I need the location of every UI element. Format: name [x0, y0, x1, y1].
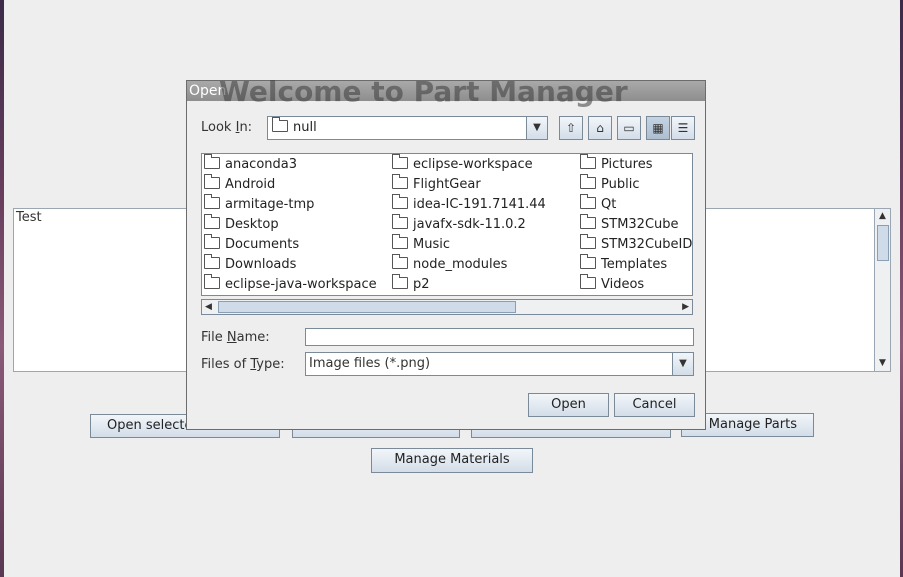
list-view-icon[interactable]: ▦ [646, 116, 670, 140]
folder-icon [392, 154, 408, 169]
folder-icon [272, 117, 288, 132]
details-view-icon[interactable]: ☰ [671, 116, 695, 140]
up-one-level-icon[interactable]: ⇧ [559, 116, 583, 140]
folder-icon [580, 234, 596, 249]
list-item[interactable]: STM32Cube [580, 214, 679, 232]
scroll-down-arrow-icon[interactable]: ▼ [875, 356, 890, 371]
list-item[interactable]: Templates [580, 254, 667, 272]
chevron-down-icon[interactable]: ▼ [672, 353, 693, 375]
list-item[interactable]: idea-IC-191.7141.44 [392, 194, 546, 212]
scroll-up-arrow-icon[interactable]: ▲ [875, 209, 890, 224]
look-in-combo[interactable]: null ▼ [267, 116, 548, 140]
home-icon[interactable]: ⌂ [588, 116, 612, 140]
chevron-down-icon[interactable]: ▼ [526, 117, 547, 139]
folder-icon [392, 234, 408, 249]
scrollbar-thumb[interactable] [877, 225, 889, 261]
list-item[interactable]: Desktop [204, 214, 279, 232]
folder-icon [392, 194, 408, 209]
list-item[interactable]: Downloads [204, 254, 296, 272]
list-item[interactable]: Public [580, 174, 639, 192]
list-item[interactable]: p2 [392, 274, 430, 292]
folder-icon [392, 174, 408, 189]
folder-icon [580, 154, 596, 169]
list-item[interactable]: javafx-sdk-11.0.2 [392, 214, 526, 232]
folder-icon [204, 154, 220, 169]
list-item[interactable]: Music [392, 234, 450, 252]
list-item[interactable]: eclipse-workspace [392, 154, 533, 172]
files-of-type-combo[interactable]: Image files (*.png) ▼ [305, 352, 694, 376]
folder-icon [580, 254, 596, 269]
folder-icon [204, 194, 220, 209]
list-item[interactable]: Qt [580, 194, 616, 212]
new-folder-icon[interactable]: ▭ [617, 116, 641, 140]
files-of-type-label: Files of Type: [201, 357, 285, 372]
cancel-button[interactable]: Cancel [614, 393, 695, 417]
manage-materials-button[interactable]: Manage Materials [371, 448, 533, 473]
list-item[interactable]: Android [204, 174, 275, 192]
folder-icon [580, 274, 596, 289]
folder-icon [392, 254, 408, 269]
folder-icon [204, 174, 220, 189]
folder-icon [204, 254, 220, 269]
folder-icon [580, 174, 596, 189]
file-list-hscrollbar[interactable]: ◀ ▶ [201, 299, 693, 315]
file-name-label: File Name: [201, 330, 270, 345]
scrollbar-thumb[interactable] [218, 301, 516, 313]
list-item[interactable]: Pictures [580, 154, 652, 172]
look-in-value: null [293, 120, 317, 135]
folder-icon [204, 214, 220, 229]
list-item[interactable]: eclipse-java-workspace [204, 274, 377, 292]
list-item[interactable]: FlightGear [392, 174, 481, 192]
list-item[interactable]: anaconda3 [204, 154, 297, 172]
folder-icon [204, 234, 220, 249]
open-button[interactable]: Open [528, 393, 609, 417]
scroll-right-arrow-icon[interactable]: ▶ [682, 300, 689, 314]
folder-icon [392, 214, 408, 229]
file-name-field[interactable] [305, 328, 694, 346]
folder-icon [580, 214, 596, 229]
list-item[interactable]: node_modules [392, 254, 507, 272]
list-item[interactable]: Documents [204, 234, 299, 252]
look-in-label: Look In: [201, 120, 253, 135]
text-area-scrollbar[interactable]: ▲ ▼ [874, 208, 891, 372]
scroll-left-arrow-icon[interactable]: ◀ [205, 300, 212, 314]
page-title: Welcome to Part Manager [219, 75, 628, 108]
folder-icon [204, 274, 220, 289]
text-area-content: Test [16, 210, 42, 225]
open-file-dialog: Open Welcome to Part Manager Look In: nu… [186, 75, 706, 430]
list-item[interactable]: Videos [580, 274, 644, 292]
folder-icon [392, 274, 408, 289]
list-item[interactable]: STM32CubeIDE [580, 234, 692, 252]
folder-icon [580, 194, 596, 209]
list-item[interactable]: armitage-tmp [204, 194, 314, 212]
file-list[interactable]: anaconda3 Android armitage-tmp Desktop D… [201, 153, 693, 296]
files-of-type-value: Image files (*.png) [309, 356, 431, 371]
